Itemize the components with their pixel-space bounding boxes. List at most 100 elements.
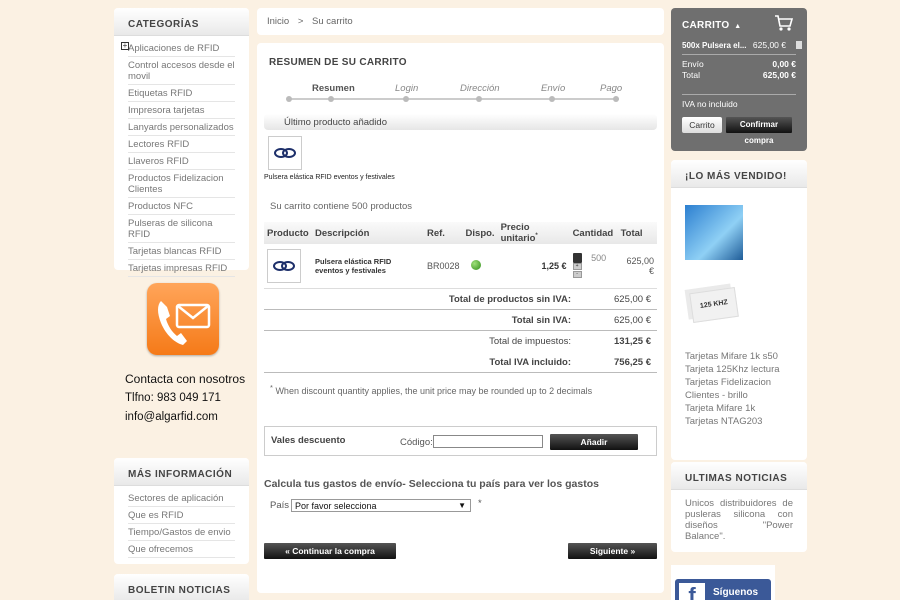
quantity-stepper[interactable]: + -	[572, 263, 582, 279]
total-products-label: Total de productos sin IVA:	[448, 293, 571, 305]
list-item[interactable]: Productos Fidelizacion Clientes	[128, 170, 235, 198]
best-sellers-list: Tarjetas Mifare 1k s50 Tarjeta 125Khz lec…	[685, 350, 807, 428]
contact-phone: Tlfno: 983 049 171	[125, 392, 221, 404]
col-total: Total	[617, 222, 657, 245]
country-select[interactable]: Por favor selecciona ▼	[291, 498, 471, 512]
row-product-thumbnail[interactable]	[267, 248, 301, 283]
list-item[interactable]: Que es RFID	[128, 507, 235, 524]
step-address: Dirección	[460, 83, 500, 94]
step-summary: Resumen	[312, 83, 355, 94]
expand-plus-icon[interactable]: +	[121, 42, 129, 50]
categories-title: CATEGORÍAS	[114, 8, 249, 36]
row-quantity[interactable]: 500	[591, 253, 606, 263]
mini-cart-delete-icon[interactable]	[796, 41, 802, 49]
best-sellers-panel: ¡LO MÁS VENDIDO! 125 KHZ Tarjetas Mifare…	[671, 160, 807, 460]
facebook-button[interactable]: f Síguenos en	[675, 579, 771, 600]
voucher-title: Vales descuento	[271, 434, 346, 446]
mini-cart-total-value: 625,00 €	[762, 70, 796, 80]
totals-block: Total de productos sin IVA: 625,00 € Tota…	[264, 289, 657, 373]
mini-cart-item-name[interactable]: 500x Pulsera el...	[682, 41, 747, 50]
shipping-title: Calcula tus gastos de envío- Selecciona …	[264, 477, 599, 490]
news-panel: ULTIMAS NOTICIAS Unicos distribuidores d…	[671, 462, 807, 552]
col-unit-price-label: Precio unitario	[500, 222, 536, 245]
list-item[interactable]: Lectores RFID	[128, 136, 235, 153]
mini-cart-view-button[interactable]: Carrito	[682, 117, 722, 133]
total-with-vat-value: 756,25 €	[614, 356, 651, 368]
mini-cart-header: CARRITO ▲	[682, 15, 796, 38]
list-item[interactable]: Pulseras de silicona RFID	[128, 215, 235, 243]
total-products-row: Total de productos sin IVA: 625,00 €	[264, 289, 657, 310]
country-required-mark: *	[478, 497, 482, 509]
mini-cart-shipping-value: 0,00 €	[772, 59, 796, 69]
news-text[interactable]: Unicos distribuidores de pusleras silico…	[671, 490, 807, 550]
step-dot	[549, 96, 555, 102]
continue-shopping-button[interactable]: « Continuar la compra	[264, 543, 396, 559]
mini-cart-shipping: Envío 0,00 €	[682, 59, 796, 69]
contact-email[interactable]: info@algarfid.com	[125, 411, 254, 423]
delete-icon[interactable]	[572, 253, 582, 264]
list-item[interactable]: Tiempo/Gastos de envio	[128, 524, 235, 541]
list-item[interactable]: Tarjetas Fidelizacion Clientes - brillo	[685, 376, 807, 402]
row-ref: BR0028	[424, 244, 463, 289]
list-item[interactable]: Tarjetas impresas RFID	[128, 260, 235, 277]
list-item[interactable]: Que ofrecemos	[128, 541, 235, 558]
mini-cart-divider	[682, 94, 796, 95]
list-item[interactable]: Control accesos desde el movil	[128, 57, 235, 85]
categories-list: + Aplicaciones de RFID Control accesos des…	[114, 36, 249, 277]
mini-cart-actions: Carrito Confirmar compra	[682, 117, 796, 145]
row-availability	[462, 244, 498, 289]
total-without-vat-label: Total sin IVA:	[511, 314, 571, 326]
mini-cart-title[interactable]: CARRITO	[682, 20, 729, 31]
list-item[interactable]: Sectores de aplicación	[128, 490, 235, 507]
list-item[interactable]: Lanyards personalizados	[128, 119, 235, 136]
best-sellers-title: ¡LO MÁS VENDIDO!	[671, 160, 807, 188]
col-quantity: Cantidad	[569, 222, 618, 245]
mini-cart-divider	[682, 54, 796, 55]
country-selected: Por favor selecciona	[295, 500, 377, 511]
facebook-icon: f	[679, 583, 705, 600]
row-description[interactable]: Pulsera elástica RFID eventos y festival…	[312, 244, 424, 289]
list-item[interactable]: Etiquetas RFID	[128, 85, 235, 102]
best-seller-image-1[interactable]	[685, 205, 743, 260]
cart-summary: RESUMEN DE SU CARRITO Resumen Login Dire…	[257, 43, 664, 593]
list-item[interactable]: Llaveros RFID	[128, 153, 235, 170]
mini-cart: CARRITO ▲ 500x Pulsera el... 625,00 € En…	[671, 8, 807, 151]
col-product: Producto	[264, 222, 312, 245]
step-dot	[613, 96, 619, 102]
step-dot	[476, 96, 482, 102]
col-ref: Ref.	[424, 222, 463, 245]
list-item[interactable]: Tarjetas blancas RFID	[128, 243, 235, 260]
step-login: Login	[395, 83, 419, 94]
list-item[interactable]: Tarjetas Mifare 1k s50	[685, 350, 807, 363]
product-thumbnail[interactable]	[268, 136, 302, 170]
shopping-cart-icon[interactable]	[774, 14, 794, 32]
more-info-list: Sectores de aplicación Que es RFID Tiempo/…	[114, 486, 249, 558]
breadcrumb: Inicio > Su carrito	[257, 8, 664, 35]
total-tax-label: Total de impuestos:	[489, 335, 571, 347]
breadcrumb-home[interactable]: Inicio	[267, 16, 289, 27]
list-item[interactable]: Tarjeta Mifare 1k	[685, 402, 807, 415]
list-item[interactable]: Tarjetas NTAG203	[685, 415, 807, 428]
list-item[interactable]: Impresora tarjetas	[128, 102, 235, 119]
next-button[interactable]: Siguiente »	[568, 543, 657, 559]
newsletter-panel: BOLETIN NOTICIAS	[114, 574, 249, 600]
list-item[interactable]: + Aplicaciones de RFID	[121, 40, 235, 57]
news-title: ULTIMAS NOTICIAS	[671, 462, 807, 490]
list-item[interactable]: Productos NFC	[128, 198, 235, 215]
best-seller-image-2[interactable]: 125 KHZ	[689, 286, 739, 324]
quantity-down-icon[interactable]: -	[572, 271, 582, 279]
voucher-code-input[interactable]	[433, 434, 543, 448]
mini-cart-checkout-button[interactable]: Confirmar compra	[726, 117, 792, 145]
voucher-add-button[interactable]: Añadir	[550, 433, 638, 450]
step-dot	[286, 96, 292, 102]
cart-count: Su carrito contiene 500 productos	[270, 201, 413, 212]
facebook-label: Síguenos en	[713, 587, 759, 600]
quantity-up-icon[interactable]: +	[572, 263, 582, 271]
phone-envelope-icon	[158, 301, 211, 345]
phone-mail-icon[interactable]	[147, 283, 219, 355]
cart-table: Producto Descripción Ref. Dispo. Precio …	[264, 222, 657, 289]
caret-up-icon[interactable]: ▲	[734, 23, 741, 30]
list-item[interactable]: Tarjeta 125Khz lectura	[685, 363, 807, 376]
row-quantity-cell: 500 + -	[569, 244, 618, 289]
mini-cart-vat-note: IVA no incluido	[682, 99, 738, 109]
